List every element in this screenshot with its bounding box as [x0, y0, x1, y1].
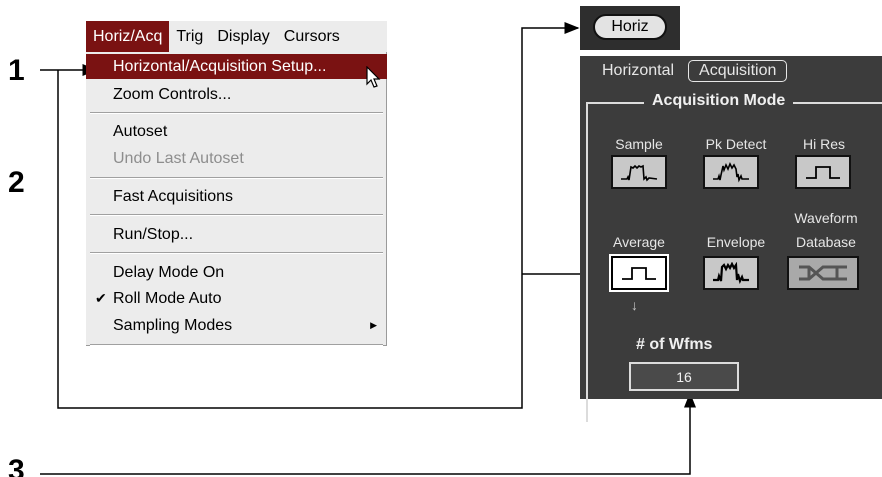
menu-item-fast-acquisitions[interactable]: Fast Acquisitions — [86, 184, 387, 209]
hi-res-mode-button[interactable] — [795, 155, 851, 189]
panel-tabs: Horizontal Acquisition — [580, 56, 882, 86]
menu-separator — [90, 252, 383, 254]
menu-bar: Horiz/Acq Trig Display Cursors — [86, 21, 387, 52]
menu-separator — [90, 214, 383, 216]
checkmark-icon: ✔ — [95, 290, 107, 306]
sample-waveform-icon — [621, 164, 658, 182]
envelope-mode-button[interactable] — [703, 256, 759, 290]
step-number-1: 1 — [8, 54, 25, 87]
menu-horiz-acq[interactable]: Horiz/Acq — [86, 21, 170, 52]
envelope-waveform-icon — [713, 262, 749, 284]
step-number-3: 3 — [8, 454, 25, 477]
menu-trig[interactable]: Trig — [169, 21, 210, 52]
mode-label-pk-detect: Pk Detect — [705, 136, 767, 152]
menu-separator — [90, 344, 383, 346]
menu-item-horiz-acq-setup[interactable]: Horizontal/Acquisition Setup... — [86, 54, 387, 79]
num-waveforms-label: # of Wfms — [636, 336, 713, 353]
menu-item-sampling-modes[interactable]: Sampling Modes ▶ — [86, 313, 387, 338]
waveform-database-mode-button[interactable] — [787, 256, 859, 290]
menu-item-delay-mode[interactable]: Delay Mode On — [86, 260, 387, 285]
mode-label-average: Average — [613, 234, 665, 250]
menu-item-zoom-controls[interactable]: Zoom Controls... — [86, 82, 387, 107]
selected-mode-arrow-icon: ↓ — [631, 297, 638, 313]
menu-item-roll-mode[interactable]: ✔ Roll Mode Auto — [86, 286, 387, 311]
menu-separator — [90, 177, 383, 179]
waveform-database-icon — [799, 265, 847, 281]
sample-mode-button[interactable] — [611, 155, 667, 189]
menu-item-label: Roll Mode Auto — [113, 289, 222, 307]
mode-label-waveform: Waveform — [794, 210, 858, 226]
average-mode-button[interactable] — [611, 256, 667, 290]
acquisition-mode-title: Acquisition Mode — [644, 92, 794, 110]
menu-separator — [90, 112, 383, 114]
menu-display[interactable]: Display — [210, 21, 276, 52]
menu-item-label: Sampling Modes — [113, 316, 233, 334]
acquisition-panel: Horizontal Acquisition Acquisition Mode — [580, 56, 882, 422]
mode-label-hi-res: Hi Res — [802, 136, 845, 152]
mode-label-sample: Sample — [615, 136, 663, 152]
hi-res-waveform-icon — [806, 166, 840, 179]
mouse-pointer-icon — [366, 66, 381, 88]
average-waveform-icon — [622, 267, 656, 280]
tab-horizontal[interactable]: Horizontal — [596, 60, 680, 82]
horiz-button-bezel: Horiz — [580, 6, 680, 50]
menu-cursors[interactable]: Cursors — [277, 21, 347, 52]
tab-acquisition[interactable]: Acquisition — [688, 60, 788, 82]
mode-label-envelope: Envelope — [706, 234, 766, 250]
peak-detect-mode-button[interactable] — [703, 155, 759, 189]
menu-item-undo-autoset: Undo Last Autoset — [113, 149, 244, 167]
horiz-acq-dropdown: Horizontal/Acquisition Setup... Zoom Con… — [86, 52, 387, 346]
menu-item-run-stop[interactable]: Run/Stop... — [86, 222, 387, 247]
horiz-button[interactable]: Horiz — [593, 14, 667, 40]
num-waveforms-field[interactable]: 16 — [629, 362, 739, 391]
peak-detect-waveform-icon — [713, 162, 749, 183]
submenu-arrow-icon: ▶ — [370, 320, 377, 330]
step-number-2: 2 — [8, 166, 25, 199]
mode-label-database: Database — [796, 234, 856, 250]
menu-item-autoset[interactable]: Autoset — [86, 119, 387, 144]
